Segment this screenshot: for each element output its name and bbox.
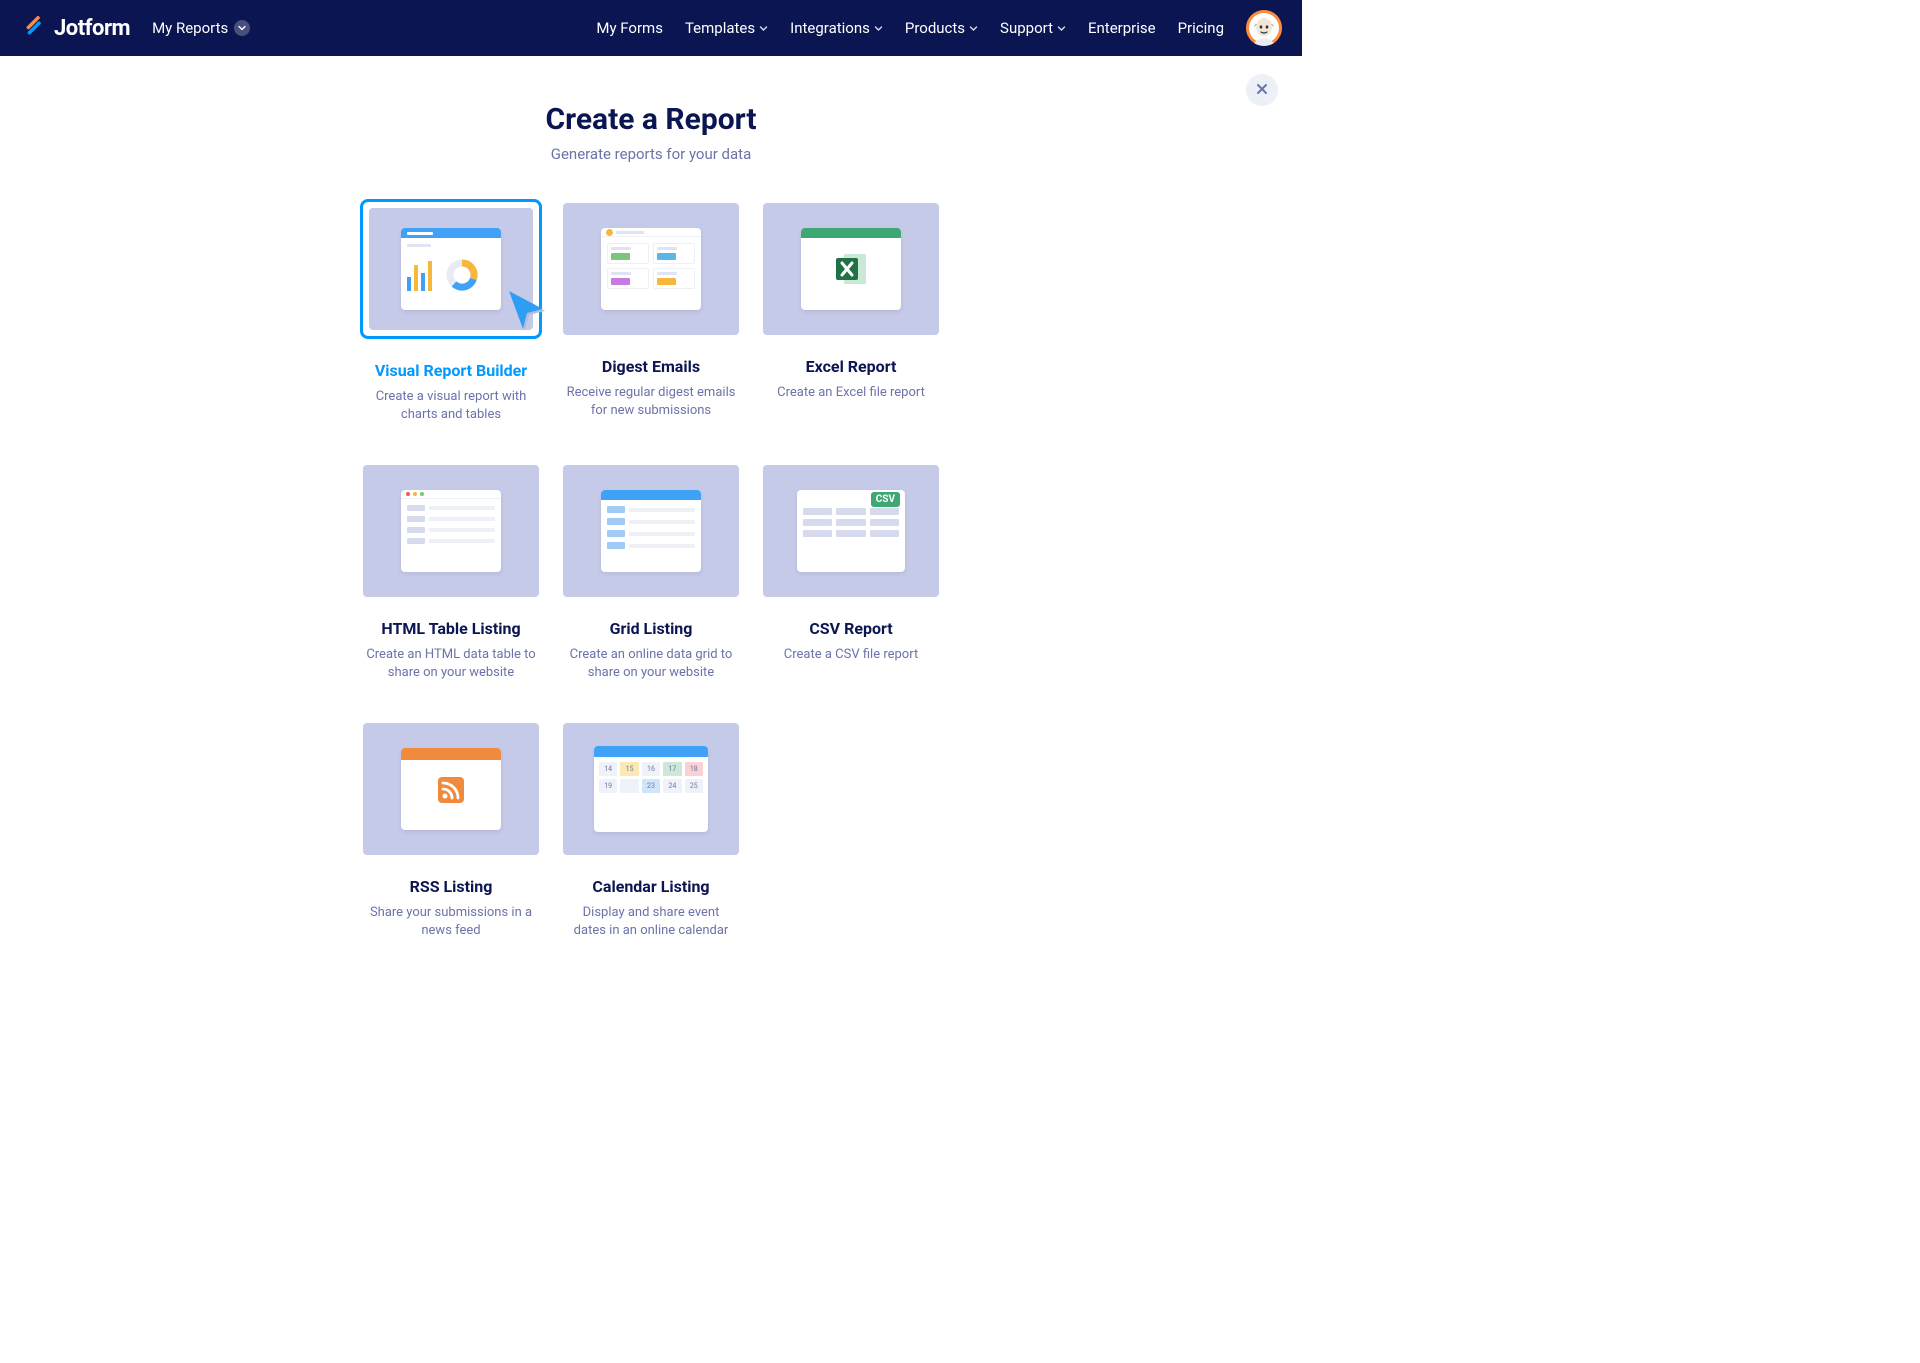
- nav-label: My Forms: [596, 19, 663, 37]
- brand-logo[interactable]: Jotform: [20, 13, 130, 43]
- nav-support[interactable]: Support: [1000, 19, 1066, 37]
- nav-label: Templates: [685, 19, 755, 37]
- nav-label: Integrations: [790, 19, 870, 37]
- card-desc: Create a CSV file report: [763, 646, 939, 664]
- card-desc: Create an online data grid to share on y…: [563, 646, 739, 681]
- page-title: Create a Report: [0, 102, 1302, 137]
- thumb-rss-icon: [401, 748, 501, 830]
- nav-label: Products: [905, 19, 965, 37]
- nav-pricing[interactable]: Pricing: [1178, 19, 1224, 37]
- thumb-html-table-icon: [401, 490, 501, 572]
- thumb-grid-listing-icon: [601, 490, 701, 572]
- card-title: CSV Report: [763, 619, 939, 638]
- close-button[interactable]: [1246, 74, 1278, 106]
- chevron-down-icon: [874, 19, 883, 37]
- card-title: Calendar Listing: [563, 877, 739, 896]
- chevron-down-icon: [1057, 19, 1066, 37]
- card-desc: Receive regular digest emails for new su…: [563, 384, 739, 419]
- thumb-visual-report-icon: [401, 228, 501, 310]
- card-csv-report[interactable]: CSV CSV Report Create: [763, 465, 939, 681]
- close-icon: [1255, 81, 1269, 100]
- brand-name: Jotform: [54, 16, 130, 41]
- nav-products[interactable]: Products: [905, 19, 978, 37]
- context-label: My Reports: [152, 19, 228, 37]
- report-type-grid: Visual Report Builder Create a visual re…: [363, 203, 939, 939]
- card-excel-report[interactable]: Excel Report Create an Excel file report: [763, 203, 939, 423]
- chevron-down-icon: [234, 20, 250, 36]
- card-rss-listing[interactable]: RSS Listing Share your submissions in a …: [363, 723, 539, 939]
- thumb-csv-icon: CSV: [797, 490, 905, 572]
- app-header: Jotform My Reports My Forms Templates In…: [0, 0, 1302, 56]
- thumb-calendar-icon: 14 15 16 17 18 19 23 24 25: [594, 746, 708, 832]
- primary-nav: My Forms Templates Integrations Products…: [596, 10, 1282, 46]
- nav-label: Enterprise: [1088, 19, 1156, 37]
- chevron-down-icon: [759, 19, 768, 37]
- card-title: Digest Emails: [563, 357, 739, 376]
- card-desc: Share your submissions in a news feed: [363, 904, 539, 939]
- thumb-digest-icon: [601, 228, 701, 310]
- card-visual-report-builder[interactable]: Visual Report Builder Create a visual re…: [363, 203, 539, 423]
- nav-my-forms[interactable]: My Forms: [596, 19, 663, 37]
- card-title: RSS Listing: [363, 877, 539, 896]
- nav-enterprise[interactable]: Enterprise: [1088, 19, 1156, 37]
- card-calendar-listing[interactable]: 14 15 16 17 18 19 23 24 25 Calendar List…: [563, 723, 739, 939]
- card-title: Grid Listing: [563, 619, 739, 638]
- card-digest-emails[interactable]: Digest Emails Receive regular digest ema…: [563, 203, 739, 423]
- context-switcher[interactable]: My Reports: [146, 15, 256, 41]
- card-desc: Create an Excel file report: [763, 384, 939, 402]
- card-title: Excel Report: [763, 357, 939, 376]
- page-subtitle: Generate reports for your data: [0, 145, 1302, 163]
- card-desc: Create an HTML data table to share on yo…: [363, 646, 539, 681]
- chevron-down-icon: [969, 19, 978, 37]
- card-desc: Display and share event dates in an onli…: [563, 904, 739, 939]
- card-html-table-listing[interactable]: HTML Table Listing Create an HTML data t…: [363, 465, 539, 681]
- pencil-icon: [20, 13, 46, 43]
- nav-integrations[interactable]: Integrations: [790, 19, 883, 37]
- card-title: HTML Table Listing: [363, 619, 539, 638]
- nav-templates[interactable]: Templates: [685, 19, 768, 37]
- main-content: Create a Report Generate reports for you…: [0, 56, 1302, 939]
- thumb-excel-icon: [801, 228, 901, 310]
- nav-label: Pricing: [1178, 19, 1224, 37]
- card-grid-listing[interactable]: Grid Listing Create an online data grid …: [563, 465, 739, 681]
- card-desc: Create a visual report with charts and t…: [363, 388, 539, 423]
- card-title: Visual Report Builder: [363, 361, 539, 380]
- avatar[interactable]: [1246, 10, 1282, 46]
- nav-label: Support: [1000, 19, 1053, 37]
